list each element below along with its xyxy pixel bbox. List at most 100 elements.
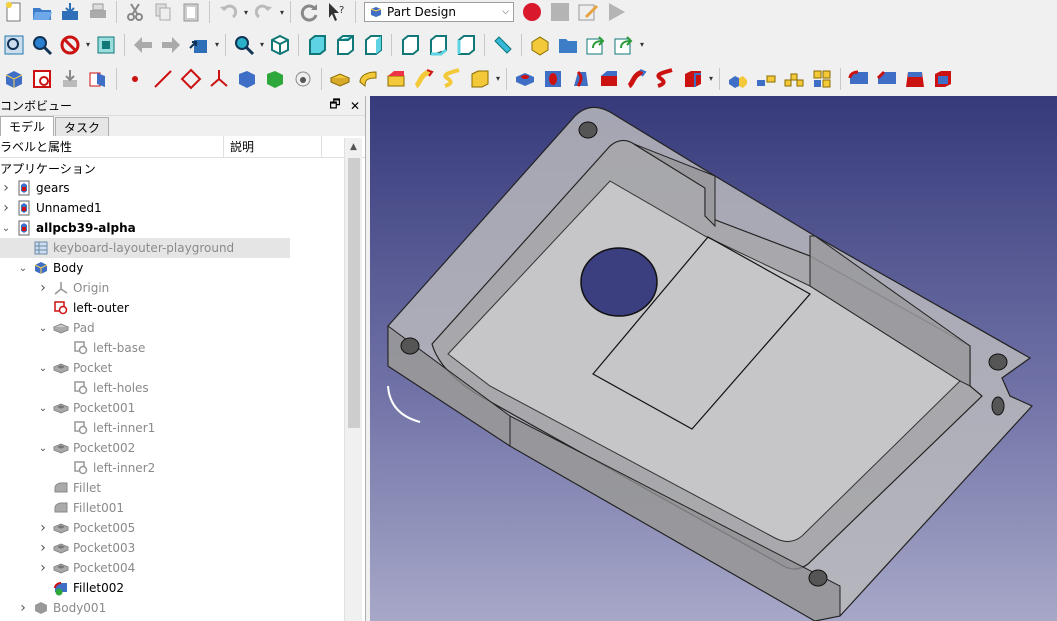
chevron-down-icon[interactable]: ⌄ [37, 323, 49, 334]
chevron-right-icon[interactable]: › [37, 520, 49, 536]
map-sketch-button[interactable] [86, 67, 110, 91]
view-top-button[interactable] [333, 33, 357, 57]
chevron-down-icon[interactable]: ⌄ [0, 223, 12, 234]
undo-button[interactable] [216, 0, 240, 24]
column-header-label[interactable]: ラベルと属性 [0, 136, 224, 157]
cut-button[interactable] [123, 0, 147, 24]
groove-button[interactable] [569, 67, 593, 91]
draw-style-button[interactable] [58, 33, 82, 57]
view-right-button[interactable] [361, 33, 385, 57]
chevron-down-icon[interactable]: ⌄ [17, 263, 29, 274]
mirrored-button[interactable] [726, 67, 750, 91]
chamfer-button[interactable] [875, 67, 899, 91]
chevron-right-icon[interactable]: › [17, 600, 29, 616]
chevron-right-icon[interactable]: › [0, 200, 12, 216]
create-group-button[interactable] [556, 33, 580, 57]
scrollbar-thumb[interactable] [348, 158, 360, 428]
tree-item-unnamed1[interactable]: › Unnamed1 [0, 198, 344, 218]
additive-primitive-button[interactable] [468, 67, 492, 91]
undo-dropdown-arrow[interactable]: ▾ [242, 8, 250, 17]
bounding-box-button[interactable] [94, 33, 118, 57]
tree-item-pad[interactable]: ⌄ Pad [0, 318, 344, 338]
macro-edit-button[interactable] [576, 0, 600, 24]
chevron-down-icon[interactable]: ⌄ [37, 443, 49, 454]
view-bottom-button[interactable] [426, 33, 450, 57]
zoom-button[interactable] [232, 33, 256, 57]
macro-run-button[interactable] [604, 0, 628, 24]
tree-item-body[interactable]: ⌄ Body [0, 258, 344, 278]
clone-button[interactable] [291, 67, 315, 91]
save-button[interactable] [58, 0, 82, 24]
tree-item-left-inner2[interactable]: left-inner2 [0, 458, 344, 478]
subtractive-pipe-button[interactable] [625, 67, 649, 91]
fit-selection-button[interactable] [30, 33, 54, 57]
chevron-right-icon[interactable]: › [0, 180, 12, 196]
macro-stop-button[interactable] [548, 0, 572, 24]
tree-item-fillet001[interactable]: Fillet001 [0, 498, 344, 518]
subtractive-loft-button[interactable] [597, 67, 621, 91]
chevron-right-icon[interactable]: › [37, 560, 49, 576]
additive-primitive-dropdown-arrow[interactable]: ▾ [494, 74, 502, 83]
fit-all-button[interactable] [2, 33, 26, 57]
additive-pipe-button[interactable] [412, 67, 436, 91]
send-dropdown-arrow[interactable]: ▾ [213, 40, 221, 49]
tree-item-pocket[interactable]: ⌄ Pocket [0, 358, 344, 378]
chevron-right-icon[interactable]: › [37, 280, 49, 296]
tree-item-gears[interactable]: › gears [0, 178, 344, 198]
link-dropdown-arrow[interactable]: ▾ [638, 40, 646, 49]
create-sketch-button[interactable] [30, 67, 54, 91]
validate-sketch-button[interactable] [58, 67, 82, 91]
linear-pattern-button[interactable] [754, 67, 778, 91]
tree-item-pocket004[interactable]: › Pocket004 [0, 558, 344, 578]
tree-item-left-holes[interactable]: left-holes [0, 378, 344, 398]
tree-item-pocket002[interactable]: ⌄ Pocket002 [0, 438, 344, 458]
subtractive-primitive-button[interactable] [681, 67, 705, 91]
draft-button[interactable] [903, 67, 927, 91]
open-button[interactable] [30, 0, 54, 24]
column-header-description[interactable]: 説明 [224, 136, 322, 157]
tree-item-pocket005[interactable]: › Pocket005 [0, 518, 344, 538]
create-link-button[interactable] [584, 33, 608, 57]
float-panel-icon[interactable]: 🗗 [325, 95, 345, 116]
tree-scrollbar[interactable]: ▲ [344, 138, 362, 621]
refresh-button[interactable] [297, 0, 321, 24]
zoom-dropdown-arrow[interactable]: ▾ [258, 40, 266, 49]
back-button[interactable] [131, 33, 155, 57]
thickness-button[interactable] [931, 67, 955, 91]
fillet-button[interactable] [847, 67, 871, 91]
create-line-button[interactable] [151, 67, 175, 91]
3d-viewport[interactable] [370, 96, 1057, 621]
tree-item-left-outer[interactable]: left-outer [0, 298, 344, 318]
view-left-button[interactable] [454, 33, 478, 57]
view-isometric-button[interactable] [268, 33, 292, 57]
close-icon[interactable]: ✕ [345, 99, 365, 113]
send-to-python-button[interactable] [187, 33, 211, 57]
create-point-button[interactable] [123, 67, 147, 91]
measure-button[interactable] [491, 33, 515, 57]
hole-button[interactable] [541, 67, 565, 91]
create-plane-button[interactable] [179, 67, 203, 91]
scroll-up-arrow[interactable]: ▲ [345, 138, 362, 156]
chevron-down-icon[interactable]: ⌄ [37, 363, 49, 374]
view-front-button[interactable] [305, 33, 329, 57]
tree-item-fillet002[interactable]: Fillet002 [0, 578, 344, 598]
paste-button[interactable] [179, 0, 203, 24]
whats-this-button[interactable]: ? [325, 0, 349, 24]
tab-task[interactable]: タスク [55, 117, 110, 136]
subshape-binder-button[interactable] [263, 67, 287, 91]
redo-button[interactable] [252, 0, 276, 24]
macro-record-button[interactable] [520, 0, 544, 24]
copy-button[interactable] [151, 0, 175, 24]
tab-model[interactable]: モデル [0, 116, 55, 136]
multi-transform-button[interactable] [810, 67, 834, 91]
additive-helix-button[interactable] [440, 67, 464, 91]
tree-item-left-base[interactable]: left-base [0, 338, 344, 358]
pad-button[interactable] [328, 67, 352, 91]
tree-item-keyboard-layouter-playground[interactable]: keyboard-layouter-playground [0, 238, 290, 258]
create-part-button[interactable] [528, 33, 552, 57]
tree-item-pocket001[interactable]: ⌄ Pocket001 [0, 398, 344, 418]
tree-item-body001[interactable]: › Body001 [0, 598, 344, 618]
draw-style-dropdown-arrow[interactable]: ▾ [84, 40, 92, 49]
view-rear-button[interactable] [398, 33, 422, 57]
chevron-down-icon[interactable]: ⌄ [37, 403, 49, 414]
